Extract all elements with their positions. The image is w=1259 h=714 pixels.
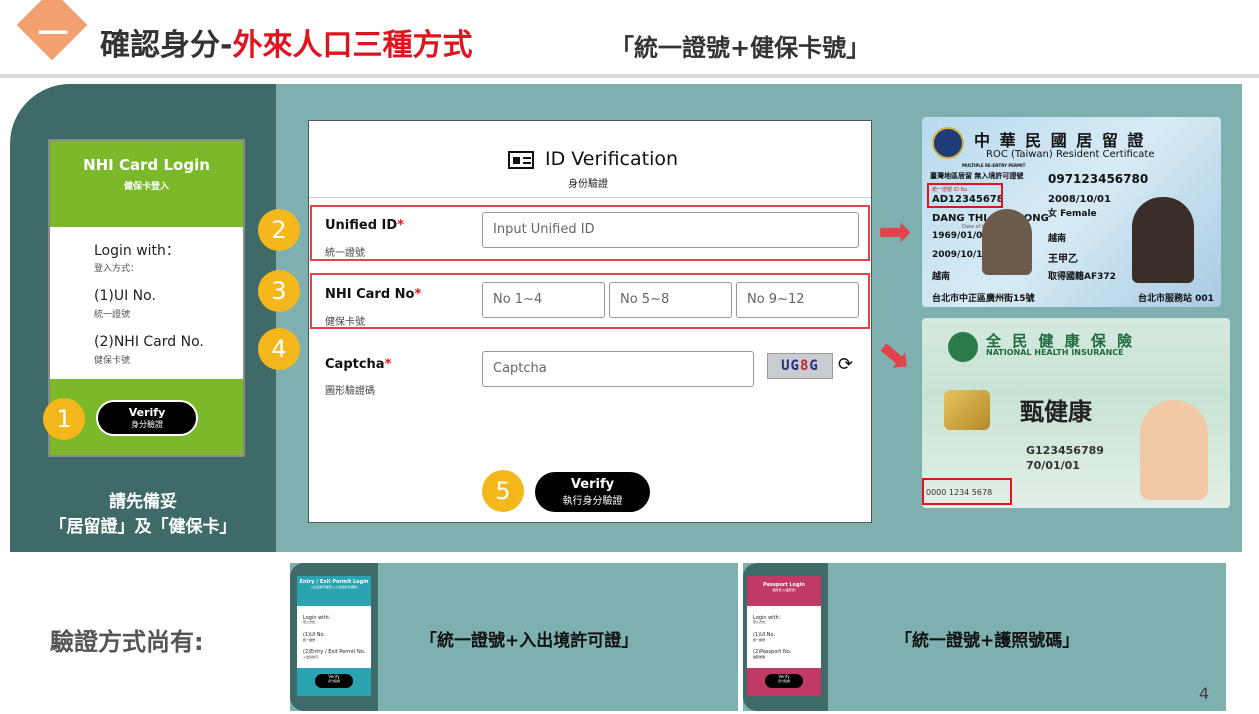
step-2-badge: 2: [258, 209, 300, 251]
nhi-id-no: G123456789: [1026, 444, 1104, 457]
id-card-icon: [508, 151, 534, 169]
nhi-card-input-1[interactable]: No 1~4: [482, 282, 605, 318]
other-methods-label: 驗證方式尚有:: [50, 628, 204, 656]
entry-exit-login-card: Entry / Exit Permit Login 入出境許可證登入(入出境許可…: [297, 576, 371, 696]
nhi-card-input-2[interactable]: No 5~8: [609, 282, 732, 318]
header-divider: [0, 74, 1259, 78]
login-option-ui-no-zh: 統一證號: [94, 310, 131, 320]
passport-card-header: Passport Login 護照登入(護照號): [747, 576, 821, 606]
mini-verify-button[interactable]: Verify 身分驗證: [96, 400, 198, 436]
arc-date: 2008/10/01: [1048, 194, 1111, 205]
arc-address: 台北市中正區廣州街15號: [932, 294, 1035, 304]
page-subtitle: 「統一證號+健保卡號」: [610, 34, 871, 62]
nhi-birth: 70/01/01: [1026, 459, 1080, 472]
verify-button[interactable]: Verify 執行身分驗證: [535, 472, 650, 512]
form-divider: [309, 197, 871, 198]
captcha-input[interactable]: Captcha: [482, 351, 754, 387]
nhi-card-image: 全 民 健 康 保 險 NATIONAL HEALTH INSURANCE 甄健…: [922, 318, 1230, 508]
form-title-zh: 身份驗證: [568, 179, 608, 190]
mini-verify-label-zh: 身分驗證: [131, 420, 163, 429]
arc-residence: 取得國籍AF372: [1048, 272, 1116, 282]
arc-title-zh: 中 華 民 國 居 留 證: [974, 131, 1146, 150]
nhi-title-en: NATIONAL HEALTH INSURANCE: [986, 348, 1124, 357]
nhi-chip-icon: [944, 390, 990, 430]
title-part2: 外來人口三種方式: [232, 28, 473, 63]
page-title: 確認身分-外來人口三種方式: [100, 20, 472, 64]
passport-opt1-zh: 統一證號: [753, 638, 766, 642]
verify-button-label: Verify: [570, 477, 615, 492]
header-badge: 一: [38, 17, 68, 52]
nhi-logo-icon: [948, 332, 978, 362]
captcha-image: UG8G: [767, 353, 833, 379]
option-passport-text: 「統一證號+護照號碼」: [895, 631, 1080, 651]
passport-verify-button[interactable]: Verify 身分驗證: [765, 674, 803, 688]
page-number: 4: [1199, 684, 1210, 703]
arc-expiry: 2009/10/1: [932, 250, 983, 260]
prepare-line2: 「居留證」及「健保卡」: [49, 517, 237, 537]
nhi-card-label-zh: 健保卡號: [325, 317, 365, 328]
arc-permit-no: 097123456780: [1048, 172, 1149, 186]
nhi-card-input-3[interactable]: No 9~12: [736, 282, 859, 318]
title-part1: 確認身分-: [100, 28, 233, 63]
arc-birth: 1969/01/0: [932, 231, 983, 241]
entry-exit-opt1-zh: 統一證號: [303, 638, 316, 642]
arc-photo-small: [982, 209, 1032, 275]
arc-sex: 女 Female: [1048, 209, 1097, 219]
arc-office: 台北市服務站 001: [1138, 294, 1214, 304]
option-entry-exit-text: 「統一證號+入出境許可證」: [420, 631, 639, 651]
arc-spouse: 王甲乙: [1048, 254, 1078, 265]
prepare-note: 請先備妥 「居留證」及「健保卡」: [10, 490, 276, 540]
entry-exit-verify-button[interactable]: Verify 身分驗證: [315, 674, 353, 688]
unified-id-input[interactable]: Input Unified ID: [482, 212, 859, 248]
arrow-right-icon: ➡: [878, 209, 912, 255]
arc-country: 越南: [932, 272, 951, 282]
nhi-login-title-zh: 健保卡登入: [123, 182, 169, 192]
arc-id-highlight: [927, 183, 1003, 208]
arc-photo-large: [1132, 197, 1194, 283]
passport-login-card: Passport Login 護照登入(護照號) Login with： 登入方…: [747, 576, 821, 696]
login-option-nhi-card-zh: 健保卡號: [94, 356, 131, 366]
step-3-badge: 3: [258, 270, 300, 312]
login-option-nhi-card[interactable]: (2)NHI Card No.: [94, 334, 204, 350]
step-4-badge: 4: [258, 328, 300, 370]
login-option-ui-no[interactable]: (1)UI No.: [94, 288, 156, 304]
arc-title-en: ROC (Taiwan) Resident Certificate: [986, 149, 1155, 160]
nhi-photo: [1140, 400, 1208, 500]
captcha-label-zh: 圖形驗證碼: [325, 386, 375, 397]
refresh-icon[interactable]: ⟳: [838, 354, 853, 375]
entry-exit-card-header: Entry / Exit Permit Login 入出境許可證登入(入出境許可…: [297, 576, 371, 606]
entry-exit-login-with-zh: 登入方式：: [303, 620, 319, 624]
nhi-login-title: NHI Card Login: [83, 156, 210, 174]
login-with-label: Login with：: [94, 243, 180, 259]
emblem-icon: [932, 127, 964, 159]
form-title: ID Verification: [545, 148, 679, 170]
mini-verify-label: Verify: [128, 406, 166, 419]
captcha-label: Captcha*: [325, 357, 392, 372]
arc-nationality: 越南: [1048, 234, 1067, 244]
passport-login-with-zh: 登入方式：: [753, 620, 769, 624]
entry-exit-opt2-zh: 入出境許可: [303, 655, 319, 659]
unified-id-label-zh: 統一證號: [325, 248, 365, 259]
arc-permit: MULTIPLE RE-ENTRY PERMIT: [962, 163, 1026, 168]
arc-permit-zh: 臺灣地區居留 無入境許可證號: [930, 172, 1024, 180]
nhi-login-card-header: NHI Card Login 健保卡登入: [50, 141, 243, 227]
nhi-name: 甄健康: [1020, 398, 1092, 426]
login-with-label-zh: 登入方式：: [94, 264, 140, 274]
step-5-badge: 5: [482, 470, 524, 512]
verify-button-label-zh: 執行身分驗證: [562, 496, 623, 507]
nhi-card-no-highlight: [922, 478, 1012, 505]
nhi-card-label: NHI Card No*: [325, 287, 422, 302]
passport-opt2-zh: 護照號碼: [753, 655, 766, 659]
resident-certificate-image: 中 華 民 國 居 留 證 ROC (Taiwan) Resident Cert…: [922, 117, 1221, 307]
prepare-line1: 請先備妥: [109, 492, 177, 512]
step-1-badge: 1: [43, 398, 85, 440]
unified-id-label: Unified ID*: [325, 218, 404, 233]
